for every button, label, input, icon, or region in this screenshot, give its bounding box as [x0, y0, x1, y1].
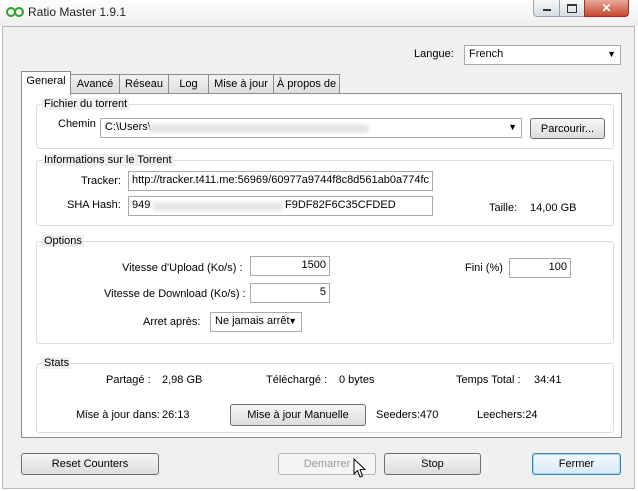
torrent-file-group-label: Fichier du torrent: [42, 98, 130, 110]
download-label: Vitesse de Download (Ko/s) :: [104, 288, 246, 300]
hash-suffix: F9DF82F6C35CFDED: [285, 199, 396, 211]
tab-label: Avancé: [76, 78, 114, 90]
tab-general[interactable]: General: [21, 71, 71, 95]
update-in-label: Mise à jour dans:: [76, 409, 160, 421]
stop-label: Stop: [421, 458, 444, 470]
tracker-field[interactable]: http://tracker.t411.me:56969/60977a9744f…: [128, 171, 433, 191]
mouse-cursor-icon: [353, 457, 367, 482]
path-label: Chemin: [58, 118, 96, 130]
seeders-value: 470: [420, 409, 439, 421]
chevron-down-icon: ▼: [607, 49, 616, 59]
maximize-button[interactable]: [559, 0, 585, 17]
chevron-down-icon: ▼: [508, 122, 517, 132]
minimize-icon: [542, 9, 551, 11]
app-logo-icon: [6, 7, 24, 20]
seeders-label: Seeders:: [376, 409, 421, 421]
hash-prefix: 949: [132, 199, 151, 211]
path-select[interactable]: C:\Users\ ▼: [100, 118, 522, 138]
language-select[interactable]: French ▼: [464, 45, 621, 65]
tab-about[interactable]: À propos de: [273, 74, 340, 94]
language-value: French: [469, 48, 504, 60]
size-value: 14,00 GB: [530, 202, 577, 214]
reset-counters-button[interactable]: Reset Counters: [21, 453, 159, 475]
shared-label: Partagé :: [106, 374, 151, 386]
leechers-stat: Leechers:24: [477, 409, 538, 421]
tracker-label: Tracker:: [81, 175, 121, 187]
chevron-down-icon: ▼: [288, 316, 297, 326]
tab-label: Réseau: [125, 78, 163, 90]
finished-label: Fini (%): [465, 262, 503, 274]
browse-label: Parcourir...: [540, 122, 595, 135]
size-label: Taille:: [489, 202, 518, 214]
finished-percent-input[interactable]: 100: [509, 258, 571, 278]
close-label: Fermer: [558, 458, 595, 470]
shared-value: 2,98 GB: [162, 374, 203, 386]
tab-label: Log: [179, 78, 198, 90]
language-label: Langue:: [414, 48, 454, 60]
torrent-info-group: [36, 160, 614, 226]
update-in-value: 26:13: [162, 409, 190, 421]
torrent-info-group-label: Informations sur le Torrent: [42, 154, 174, 166]
close-window-button[interactable]: ✕: [584, 0, 629, 17]
maximize-icon: [567, 3, 577, 13]
tab-log[interactable]: Log: [168, 74, 209, 94]
hash-label: SHA Hash:: [67, 199, 121, 211]
leechers-label: Leechers:: [477, 409, 526, 421]
window-title: Ratio Master 1.9.1: [28, 5, 127, 19]
upload-label: Vitesse d'Upload (Ko/s) :: [122, 262, 243, 274]
reset-label: Reset Counters: [51, 458, 129, 470]
stop-after-select[interactable]: Ne jamais arrêt ▼: [210, 312, 302, 332]
download-speed-input[interactable]: 5: [250, 283, 330, 303]
minimize-button[interactable]: [533, 0, 560, 17]
close-button[interactable]: Fermer: [532, 453, 621, 475]
downloaded-label: Téléchargé :: [266, 374, 328, 386]
options-group-label: Options: [42, 235, 84, 247]
tab-label: Mise à jour: [214, 78, 268, 90]
leechers-value: 24: [525, 409, 538, 421]
close-icon: ✕: [601, 1, 612, 15]
stop-after-label: Arret après:: [143, 316, 201, 328]
start-label: Demarrer: [303, 458, 351, 470]
stop-button[interactable]: Stop: [384, 453, 481, 475]
hash-field[interactable]: 949 F9DF82F6C35CFDED: [128, 196, 433, 216]
redacted-hash: [153, 202, 283, 211]
tab-network[interactable]: Réseau: [119, 74, 169, 94]
manual-update-label: Mise à jour Manuelle: [247, 409, 349, 421]
stop-after-value: Ne jamais arrêt: [215, 315, 290, 327]
tab-advanced[interactable]: Avancé: [70, 74, 120, 94]
manual-update-button[interactable]: Mise à jour Manuelle: [230, 404, 366, 426]
upload-speed-input[interactable]: 1500: [250, 256, 330, 276]
tab-label: À propos de: [276, 78, 337, 90]
stats-group-label: Stats: [42, 357, 72, 369]
redacted-path: [149, 124, 369, 133]
title-bar: Ratio Master 1.9.1 ✕: [0, 0, 638, 26]
downloaded-value: 0 bytes: [339, 374, 375, 386]
total-time-value: 34:41: [534, 374, 562, 386]
seeders-stat: Seeders:470: [376, 409, 438, 421]
path-value: C:\Users\: [105, 121, 151, 133]
browse-button[interactable]: Parcourir...: [530, 118, 605, 139]
total-time-label: Temps Total :: [456, 374, 521, 386]
tab-label: General: [26, 75, 66, 87]
tab-update[interactable]: Mise à jour: [208, 74, 274, 94]
